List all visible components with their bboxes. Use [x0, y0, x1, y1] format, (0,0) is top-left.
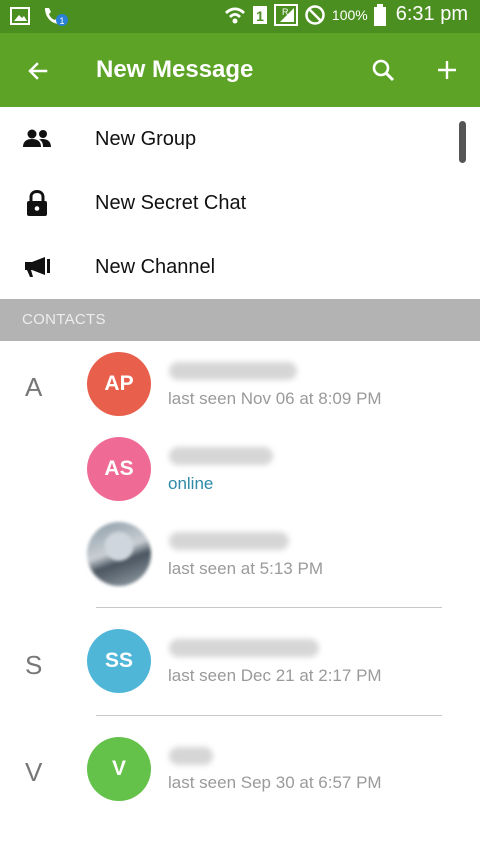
contact-status: last seen Dec 21 at 2:17 PM — [168, 666, 382, 685]
new-group-label: New Group — [95, 127, 197, 150]
contact-name-blurred — [169, 447, 273, 465]
avatar-initials: AS — [104, 457, 134, 480]
contact-status: last seen Sep 30 at 6:57 PM — [168, 773, 382, 792]
contact-name-blurred — [169, 639, 319, 657]
contact-status: last seen at 5:13 PM — [168, 559, 323, 578]
avatar: V — [87, 737, 151, 801]
do-not-disturb-icon — [305, 4, 325, 25]
svg-text:1: 1 — [256, 8, 264, 24]
search-icon — [372, 59, 395, 82]
add-contact-button[interactable] — [430, 53, 464, 87]
scrollbar[interactable] — [459, 121, 466, 163]
megaphone-icon — [22, 252, 52, 282]
divider — [96, 715, 442, 716]
wifi-icon — [224, 7, 245, 23]
avatar: AP — [87, 352, 151, 416]
contacts-section-label: CONTACTS — [22, 311, 106, 328]
contact-status: last seen Nov 06 at 8:09 PM — [168, 389, 382, 408]
avatar: AS — [87, 437, 151, 501]
new-channel-label: New Channel — [95, 255, 216, 278]
new-secret-chat-label: New Secret Chat — [95, 191, 247, 214]
lock-icon — [22, 188, 52, 218]
app-bar: New Message — [0, 33, 480, 107]
plus-icon — [438, 61, 456, 79]
missed-call-notification-icon: 1 — [45, 8, 68, 26]
signal-roaming-icon: R — [273, 3, 298, 26]
back-button[interactable] — [22, 55, 54, 87]
new-group-item[interactable]: New Group — [0, 107, 480, 171]
contact-name-blurred — [169, 747, 213, 765]
contact-name-blurred — [169, 532, 289, 550]
avatar: SS — [87, 629, 151, 693]
new-channel-item[interactable]: New Channel — [0, 235, 480, 299]
new-secret-chat-item[interactable]: New Secret Chat — [0, 171, 480, 235]
index-letter: A — [25, 372, 43, 402]
svg-text:1: 1 — [59, 16, 64, 26]
contact-status: online — [168, 474, 214, 493]
sim-one-icon: 1 — [252, 5, 267, 24]
back-arrow-icon — [28, 62, 48, 80]
battery-percent: 100% — [331, 6, 368, 23]
gallery-notification-icon — [10, 7, 30, 25]
search-button[interactable] — [366, 53, 400, 87]
index-letter: S — [25, 650, 43, 680]
battery-icon — [373, 3, 386, 26]
avatar-initials: V — [111, 757, 126, 780]
status-bar: 1 1 R 100% 6:31 pm — [0, 0, 480, 33]
group-icon — [22, 124, 52, 154]
avatar-photo — [87, 522, 151, 586]
status-time: 6:31 pm — [395, 3, 468, 25]
index-letter: V — [25, 757, 43, 787]
contacts-section-header: CONTACTS — [0, 299, 480, 341]
svg-text:R: R — [282, 7, 289, 17]
divider — [96, 607, 442, 608]
page-title: New Message — [96, 56, 254, 83]
avatar-initials: AP — [104, 372, 134, 395]
avatar-initials: SS — [104, 649, 133, 672]
contact-name-blurred — [169, 362, 297, 380]
